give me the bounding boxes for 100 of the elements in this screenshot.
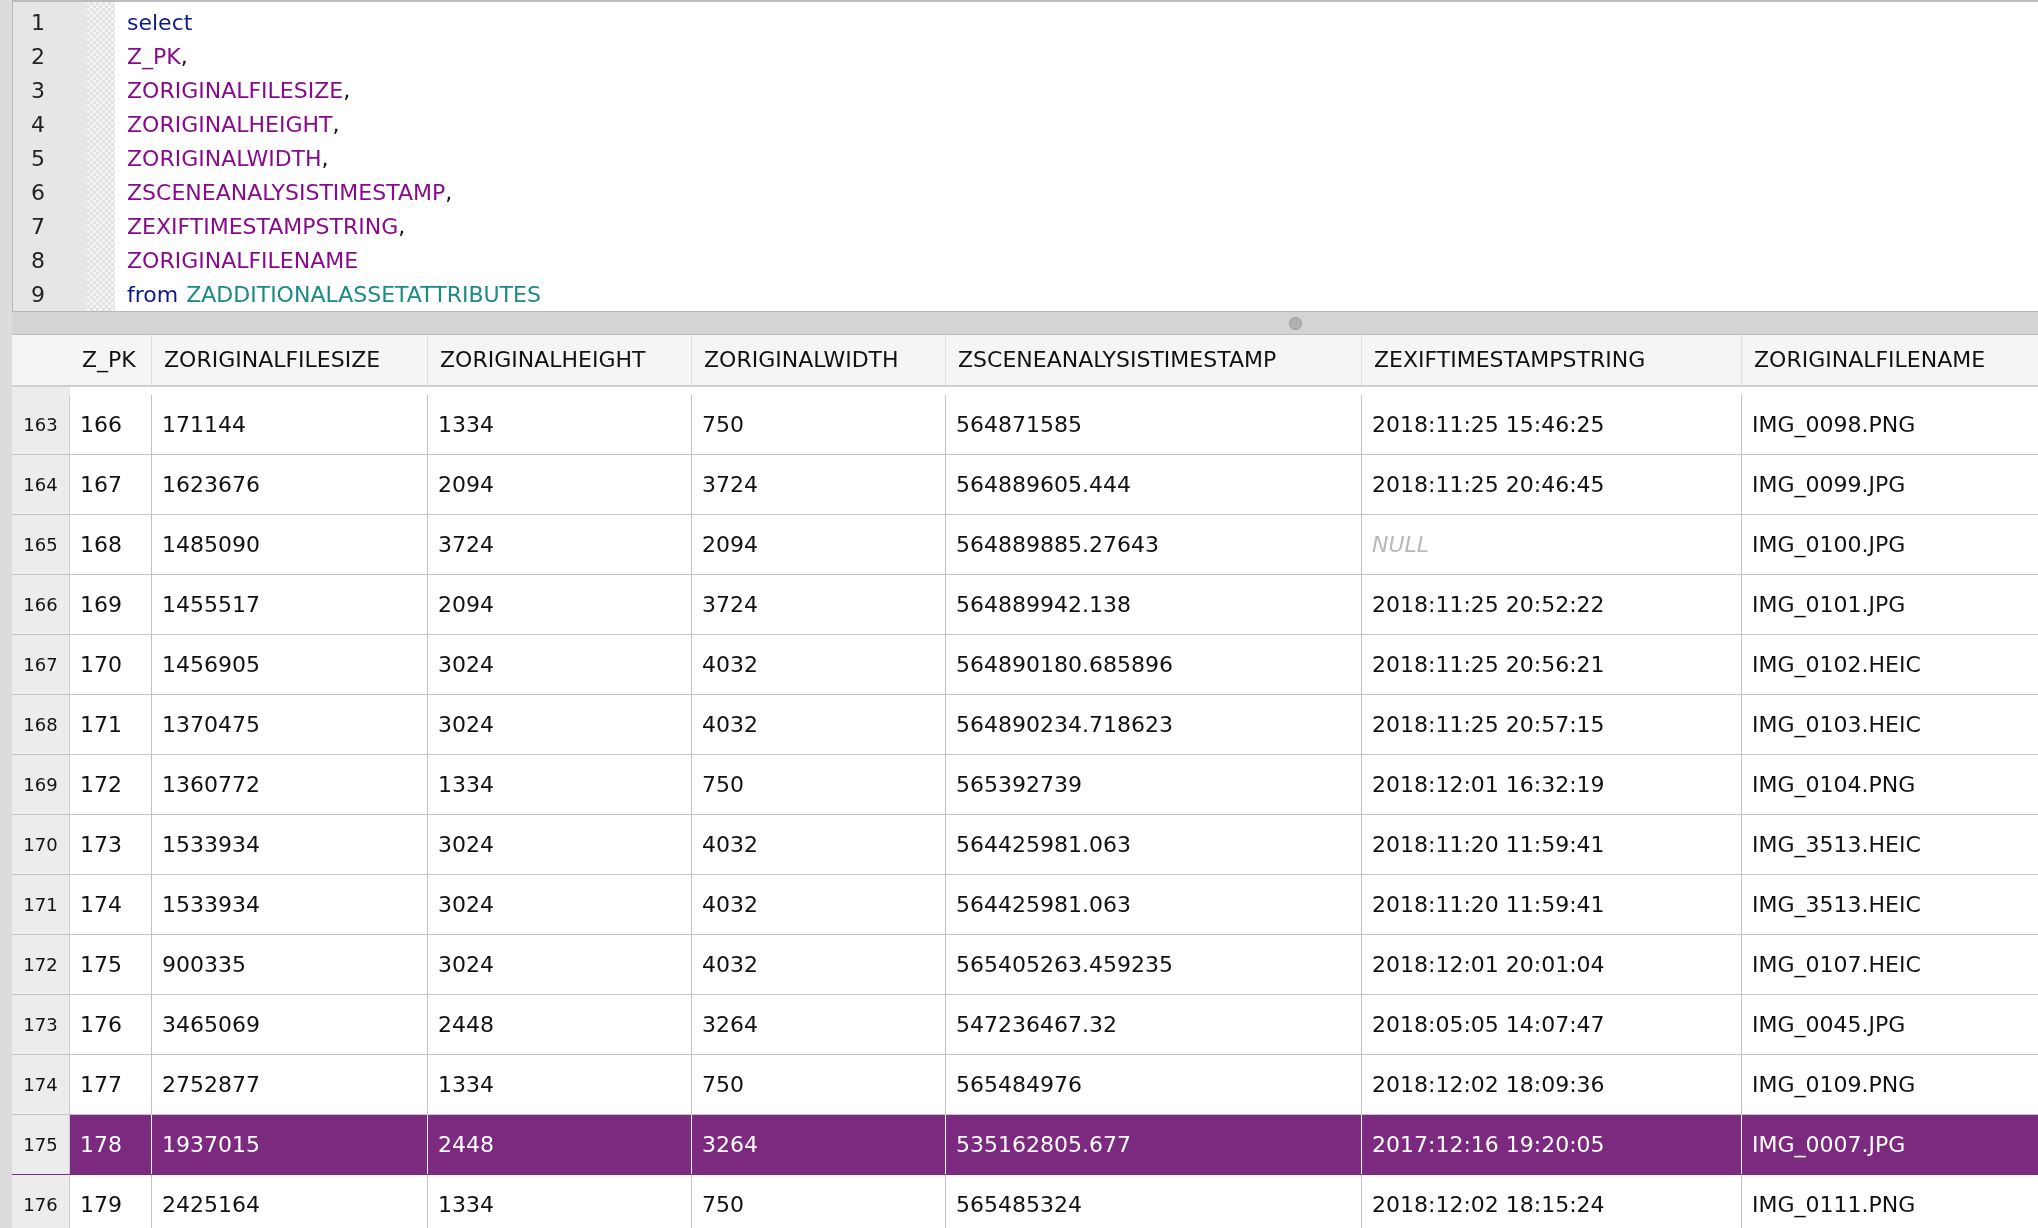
table-cell: IMG_0102.HEIC [1742,635,2038,694]
row-number: 174 [12,1055,70,1114]
column-header[interactable]: ZSCENEANALYSISTIMESTAMP [946,335,1362,385]
table-cell: 564889885.27643 [946,515,1362,574]
column-header[interactable]: ZORIGINALHEIGHT [428,335,692,385]
column-name: Z_PK [127,44,181,69]
table-cell: 173 [70,815,152,874]
table-cell: 1334 [428,1175,692,1228]
table-cell: 174 [70,875,152,934]
comma: , [332,112,340,137]
table-cell: 3024 [428,875,692,934]
splitter-bar[interactable] [12,312,2038,335]
result-row[interactable]: 176 179 2425164 1334 750 565485324 2018:12:02 18:15:24 IMG_0111.PNG [12,1175,2038,1228]
table-cell: 564890234.718623 [946,695,1362,754]
line-number: 6 [30,179,46,207]
result-row[interactable]: 163 166 171144 1334 750 564871585 2018:11:25 15:46:25 IMG_0098.PNG [12,395,2038,455]
result-row[interactable]: 168 171 1370475 3024 4032 564890234.718623 2018:11:25 20:57:15 IMG_0103.HEIC [12,695,2038,755]
table-cell: 3724 [428,515,692,574]
result-row[interactable]: 175 178 1937015 2448 3264 535162805.677 2017:12:16 19:20:05 IMG_0007.JPG [12,1115,2038,1175]
table-cell: 4032 [692,695,946,754]
table-cell: 1334 [428,1055,692,1114]
table-cell: 564889942.138 [946,575,1362,634]
row-number: 168 [12,695,70,754]
row-number: 169 [12,755,70,814]
comma: , [180,44,188,69]
table-cell: 3465069 [152,995,428,1054]
column-header[interactable]: ZORIGINALWIDTH [692,335,946,385]
result-row[interactable]: 172 175 900335 3024 4032 565405263.459235 2018:12:01 20:01:04 IMG_0107.HEIC [12,935,2038,995]
table-cell: IMG_0111.PNG [1742,1175,2038,1228]
column-name: ZORIGINALFILENAME [127,248,359,273]
table-cell: 3024 [428,815,692,874]
table-cell: 172 [70,755,152,814]
row-number: 167 [12,635,70,694]
row-number: 164 [12,455,70,514]
table-cell: 2018:11:25 20:52:22 [1362,575,1742,634]
table-cell: 750 [692,1175,946,1228]
table-cell: 2018:11:20 11:59:41 [1362,815,1742,874]
table-cell: 750 [692,755,946,814]
table-cell: 3264 [692,1115,946,1174]
table-cell: 177 [70,1055,152,1114]
table-cell: IMG_0100.JPG [1742,515,2038,574]
table-cell: 4032 [692,635,946,694]
null-cell: NULL [1362,515,1742,574]
table-cell: 2018:11:25 20:56:21 [1362,635,1742,694]
row-number: 165 [12,515,70,574]
line-number: 4 [30,111,46,139]
splitter-handle-icon[interactable] [1288,316,1302,330]
column-name: ZORIGINALFILESIZE [127,78,344,103]
result-row[interactable]: 166 169 1455517 2094 3724 564889942.138 2018:11:25 20:52:22 IMG_0101.JPG [12,575,2038,635]
sql-keyword: select [127,10,193,35]
line-number: 9 [30,281,46,309]
column-header[interactable]: ZEXIFTIMESTAMPSTRING [1362,335,1742,385]
table-cell: IMG_0103.HEIC [1742,695,2038,754]
table-cell: IMG_3513.HEIC [1742,875,2038,934]
result-row[interactable]: 173 176 3465069 2448 3264 547236467.32 2018:05:05 14:07:47 IMG_0045.JPG [12,995,2038,1055]
table-cell: 565405263.459235 [946,935,1362,994]
table-cell: IMG_0101.JPG [1742,575,2038,634]
table-cell: 564425981.063 [946,875,1362,934]
table-cell: 171144 [152,395,428,454]
table-cell: 2752877 [152,1055,428,1114]
row-number: 170 [12,815,70,874]
table-cell: IMG_0104.PNG [1742,755,2038,814]
table-cell: 565484976 [946,1055,1362,1114]
result-row[interactable]: 167 170 1456905 3024 4032 564890180.685896 2018:11:25 20:56:21 IMG_0102.HEIC [12,635,2038,695]
column-name: ZORIGINALWIDTH [127,146,322,171]
table-cell: 565485324 [946,1175,1362,1228]
table-cell: 900335 [152,935,428,994]
result-row[interactable]: 165 168 1485090 3724 2094 564889885.27643 NULL IMG_0100.JPG [12,515,2038,575]
result-row[interactable]: 171 174 1533934 3024 4032 564425981.063 2018:11:20 11:59:41 IMG_3513.HEIC [12,875,2038,935]
table-cell: 3724 [692,575,946,634]
table-cell: 535162805.677 [946,1115,1362,1174]
table-cell: 3264 [692,995,946,1054]
table-cell: 547236467.32 [946,995,1362,1054]
result-row[interactable]: 164 167 1623676 2094 3724 564889605.444 2018:11:25 20:46:45 IMG_0099.JPG [12,455,2038,515]
table-cell: 1533934 [152,875,428,934]
table-cell: 2018:05:05 14:07:47 [1362,995,1742,1054]
table-cell: 1533934 [152,815,428,874]
table-cell: 564890180.685896 [946,635,1362,694]
table-cell: 2448 [428,995,692,1054]
table-cell: 2018:11:25 20:46:45 [1362,455,1742,514]
table-cell: 2018:12:01 20:01:04 [1362,935,1742,994]
column-header[interactable]: ZORIGINALFILENAME [1742,335,2038,385]
table-cell: 3024 [428,635,692,694]
table-cell: IMG_0099.JPG [1742,455,2038,514]
result-row[interactable]: 170 173 1533934 3024 4032 564425981.063 2018:11:20 11:59:41 IMG_3513.HEIC [12,815,2038,875]
table-cell: 1455517 [152,575,428,634]
line-number: 1 [30,9,46,37]
column-name: ZEXIFTIMESTAMPSTRING [127,214,399,239]
line-number: 8 [30,247,46,275]
table-cell: 4032 [692,935,946,994]
result-row[interactable]: 169 172 1360772 1334 750 565392739 2018:12:01 16:32:19 IMG_0104.PNG [12,755,2038,815]
comma: , [343,78,351,103]
table-cell: 1334 [428,395,692,454]
table-cell: 1485090 [152,515,428,574]
table-cell: IMG_3513.HEIC [1742,815,2038,874]
column-header[interactable]: ZORIGINALFILESIZE [152,335,428,385]
row-number: 163 [12,395,70,454]
table-cell: 1334 [428,755,692,814]
column-header[interactable]: Z_PK [70,335,152,385]
sql-editor[interactable]: 1 2 3 4 5 6 7 8 9 select Z_PK, ZORIGINALFILESIZE, ZORIGINALHEIGHT, ZORIGINALWIDTH, ZSCENEANALYSISTIMESTAMP, ZEXIFTIMESTAMPSTRING, ZORIGINALFILENAME from ZADDITIONALASSETATTRIBUTES [12,0,2038,312]
